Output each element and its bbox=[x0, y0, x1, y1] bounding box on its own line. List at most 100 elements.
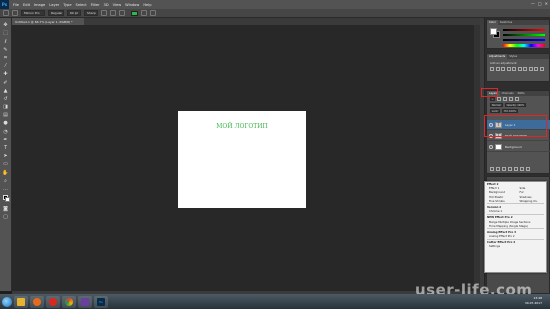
style-item[interactable]: Chrome 1 bbox=[485, 209, 546, 213]
maximize-icon[interactable]: □ bbox=[538, 1, 542, 6]
background-color-swatch[interactable] bbox=[5, 196, 10, 202]
style-item[interactable]: Analog Effect Pro 2 bbox=[485, 234, 546, 238]
clock-date[interactable]: 30.07.2017 bbox=[525, 301, 542, 306]
menu-type[interactable]: Type bbox=[63, 3, 71, 7]
layer-style-icon[interactable] bbox=[496, 167, 500, 171]
eraser-tool-icon[interactable]: ◨ bbox=[2, 104, 9, 111]
align-left-icon[interactable] bbox=[101, 10, 107, 16]
curves-icon[interactable] bbox=[501, 67, 505, 71]
link-layers-icon[interactable] bbox=[490, 167, 494, 171]
tab-swatches[interactable]: Swatches bbox=[498, 21, 514, 24]
move-tool-icon[interactable]: ✥ bbox=[2, 22, 9, 29]
canvas-logo-text[interactable]: МОЙ ЛОГОТИП bbox=[178, 123, 306, 130]
more-tools-icon[interactable]: … bbox=[2, 186, 9, 193]
type-tool-icon[interactable]: T bbox=[2, 145, 9, 152]
menu-filter[interactable]: Filter bbox=[91, 3, 100, 7]
fill-field[interactable]: Fill: 100% bbox=[502, 109, 518, 113]
healing-tool-icon[interactable]: ✚ bbox=[2, 71, 9, 78]
photo-filter-icon[interactable] bbox=[534, 67, 538, 71]
opacity-field[interactable]: Opacity: 100% bbox=[504, 103, 527, 107]
tab-paths[interactable]: Paths bbox=[516, 92, 527, 95]
zoom-tool-icon[interactable]: ⌕ bbox=[2, 178, 9, 185]
visibility-eye-icon[interactable] bbox=[489, 144, 493, 149]
antialias-select[interactable]: Sharp bbox=[84, 10, 98, 16]
menu-image[interactable]: Image bbox=[34, 3, 45, 7]
layer-name[interactable]: Background bbox=[505, 145, 522, 149]
hue-saturation-icon[interactable] bbox=[517, 67, 522, 71]
start-button[interactable] bbox=[2, 296, 12, 307]
tab-channels[interactable]: Channels bbox=[500, 92, 516, 95]
warp-text-icon[interactable] bbox=[141, 10, 147, 16]
panel-foreground-swatch[interactable] bbox=[490, 28, 497, 35]
screen-mode-icon[interactable]: ▢ bbox=[2, 214, 9, 221]
lasso-tool-icon[interactable]: ℓ bbox=[2, 39, 9, 46]
font-family-select[interactable]: Minion Pro bbox=[21, 10, 45, 16]
new-group-icon[interactable] bbox=[514, 167, 518, 171]
filter-pixel-icon[interactable] bbox=[497, 97, 502, 101]
quick-mask-icon[interactable]: ◙ bbox=[2, 206, 9, 213]
menu-window[interactable]: Window bbox=[125, 3, 139, 7]
text-orientation-icon[interactable] bbox=[12, 10, 18, 16]
character-panel-icon[interactable] bbox=[150, 10, 156, 16]
new-fill-layer-icon[interactable] bbox=[508, 167, 512, 171]
eyedropper-tool-icon[interactable]: ⁄ bbox=[2, 63, 9, 70]
menu-help[interactable]: Help bbox=[143, 3, 151, 7]
filter-shape-icon[interactable] bbox=[515, 97, 520, 101]
quick-select-tool-icon[interactable]: ✎ bbox=[2, 47, 9, 54]
filter-adjustment-icon[interactable] bbox=[503, 97, 508, 101]
taskbar-photoshop[interactable]: Ps bbox=[94, 295, 108, 308]
font-size-select[interactable]: 60 pt bbox=[67, 10, 81, 16]
style-item[interactable]: Settings bbox=[485, 244, 546, 248]
layer-row[interactable]: Background bbox=[487, 142, 550, 152]
tab-color[interactable]: Color bbox=[487, 20, 498, 25]
taskbar-firefox[interactable] bbox=[30, 295, 44, 308]
channel-mixer-icon[interactable] bbox=[539, 67, 544, 71]
align-center-icon[interactable] bbox=[110, 10, 116, 16]
menu-3d[interactable]: 3D bbox=[104, 3, 109, 7]
crop-tool-icon[interactable]: ⌗ bbox=[2, 55, 9, 62]
tab-styles[interactable]: Styles bbox=[507, 55, 519, 58]
delete-layer-icon[interactable] bbox=[526, 167, 530, 171]
red-slider[interactable] bbox=[503, 29, 545, 31]
history-brush-tool-icon[interactable]: ↺ bbox=[2, 96, 9, 103]
vibrance-icon[interactable] bbox=[512, 67, 516, 71]
gradient-tool-icon[interactable]: ▤ bbox=[2, 112, 9, 119]
dodge-tool-icon[interactable]: ◔ bbox=[2, 129, 9, 136]
pen-tool-icon[interactable]: ✒ bbox=[2, 137, 9, 144]
path-select-tool-icon[interactable]: ➤ bbox=[2, 153, 9, 160]
marquee-tool-icon[interactable]: ⬚ bbox=[2, 30, 9, 37]
layer-mask-icon[interactable] bbox=[502, 167, 506, 171]
menu-view[interactable]: View bbox=[113, 3, 122, 7]
minimize-icon[interactable]: — bbox=[531, 1, 535, 6]
taskbar-media[interactable] bbox=[78, 295, 92, 308]
menu-edit[interactable]: Edit bbox=[23, 3, 30, 7]
close-icon[interactable]: ✕ bbox=[545, 1, 548, 6]
style-item[interactable]: Wrapping Ov. bbox=[516, 199, 547, 203]
document-canvas[interactable]: МОЙ ЛОГОТИП bbox=[178, 111, 306, 208]
levels-icon[interactable] bbox=[495, 67, 500, 71]
taskbar-yandex[interactable] bbox=[46, 295, 60, 308]
black-white-icon[interactable] bbox=[528, 67, 533, 71]
menu-layer[interactable]: Layer bbox=[49, 3, 59, 7]
style-item[interactable]: Fine Shrubs bbox=[485, 199, 516, 203]
tab-adjustments[interactable]: Adjustments bbox=[487, 54, 508, 59]
menu-file[interactable]: File bbox=[13, 3, 19, 7]
filter-type-icon[interactable] bbox=[509, 97, 514, 101]
align-right-icon[interactable] bbox=[119, 10, 125, 16]
menu-select[interactable]: Select bbox=[76, 3, 87, 7]
document-tab[interactable]: Untitled-1 @ 66.7% (Layer 1, RGB/8) * bbox=[12, 18, 84, 25]
type-tool-icon[interactable] bbox=[3, 10, 9, 16]
blue-slider[interactable] bbox=[503, 39, 545, 41]
text-color-swatch[interactable] bbox=[131, 10, 138, 16]
layer-kind-filter[interactable]: ⌕ bbox=[490, 97, 496, 101]
blend-mode-select[interactable]: Normal bbox=[490, 103, 503, 107]
style-item[interactable]: Time Mapping (Single Stage) bbox=[485, 224, 546, 228]
font-style-select[interactable]: Regular bbox=[48, 10, 64, 16]
exposure-icon[interactable] bbox=[506, 67, 511, 71]
blur-tool-icon[interactable]: ● bbox=[2, 120, 9, 127]
color-balance-icon[interactable] bbox=[523, 67, 527, 71]
taskbar-chrome[interactable] bbox=[62, 295, 76, 308]
brush-tool-icon[interactable]: ✐ bbox=[2, 80, 9, 87]
shape-tool-icon[interactable]: ▭ bbox=[2, 161, 9, 168]
brightness-icon[interactable] bbox=[490, 67, 494, 71]
